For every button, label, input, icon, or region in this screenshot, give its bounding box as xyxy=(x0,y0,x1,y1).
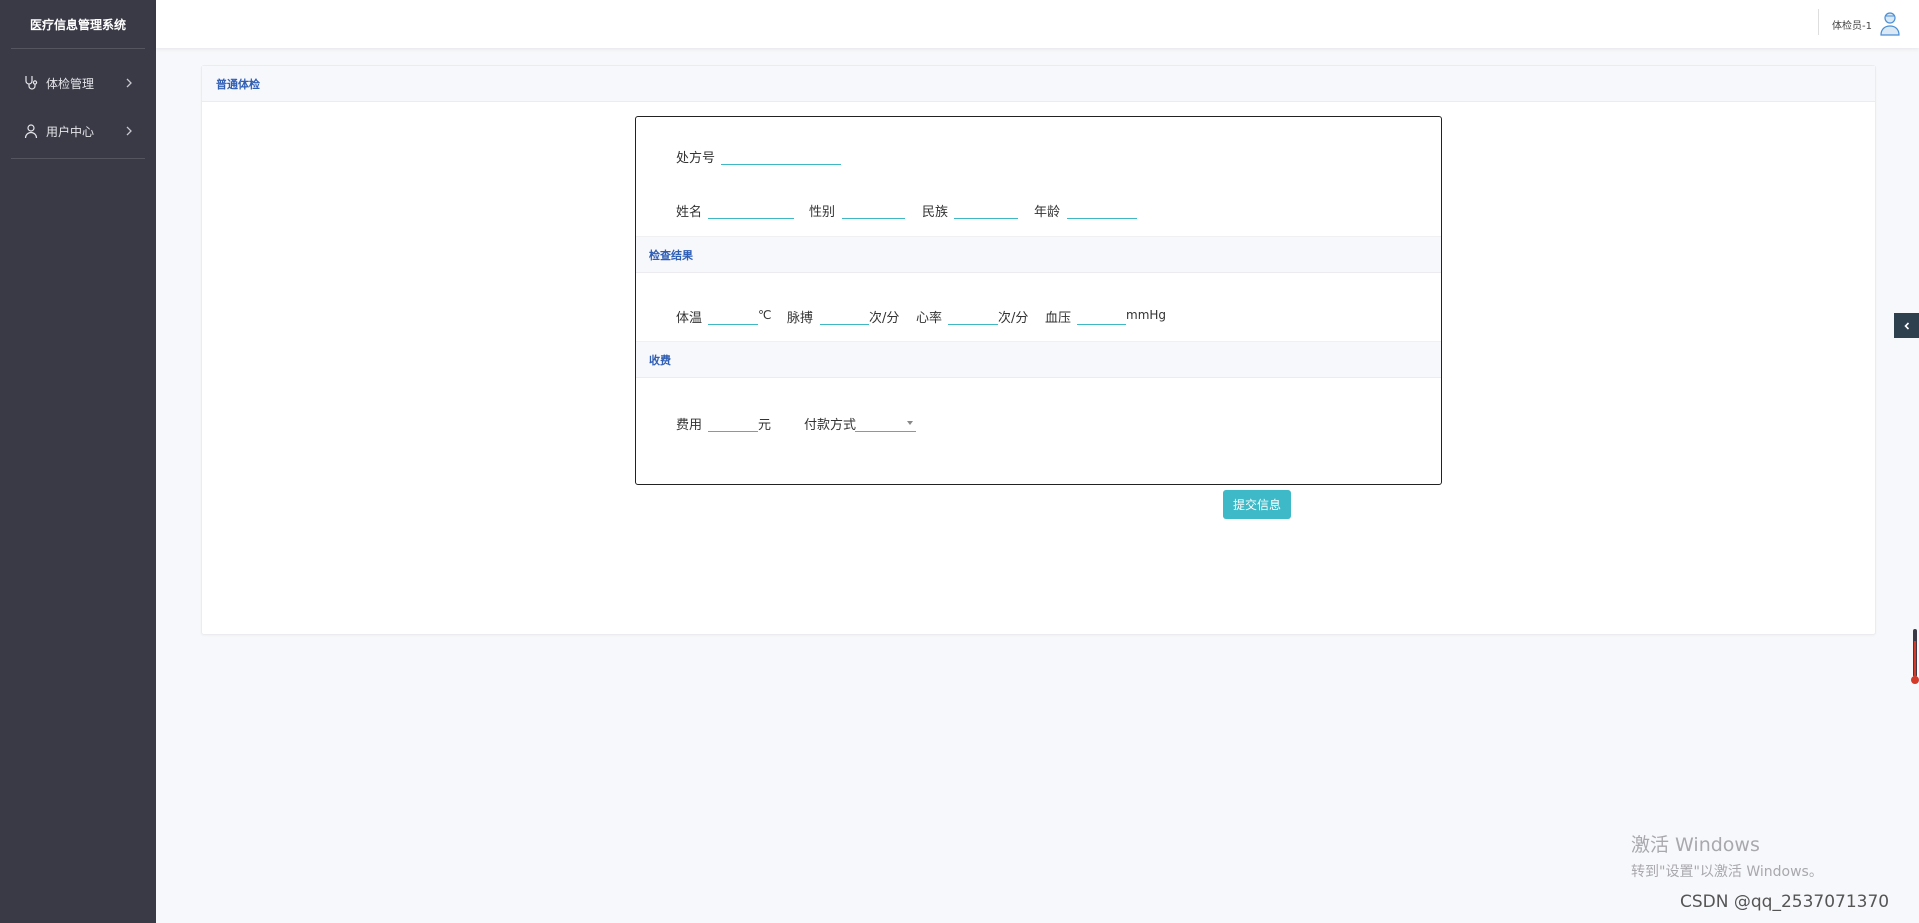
gender-input[interactable] xyxy=(842,199,905,219)
blood-pressure-unit: mmHg xyxy=(1126,308,1167,322)
sidebar-divider xyxy=(11,158,145,159)
fee-label: 费用 xyxy=(676,418,703,433)
temperature-label: 体温 xyxy=(676,311,703,326)
prescription-row: 处方号 xyxy=(636,145,1441,169)
pulse-unit: 次/分 xyxy=(869,311,900,326)
thermometer-icon xyxy=(1911,629,1919,684)
sidebar-item-label: 用户中心 xyxy=(46,124,95,139)
blood-pressure-label: 血压 xyxy=(1045,311,1072,326)
payment-method-label: 付款方式 xyxy=(804,418,857,433)
fee-row: 费用 元 付款方式 xyxy=(636,412,1441,436)
age-input[interactable] xyxy=(1067,199,1137,219)
heart-rate-unit: 次/分 xyxy=(998,311,1029,326)
name-input[interactable] xyxy=(708,199,794,219)
gender-label: 性别 xyxy=(809,205,836,220)
age-label: 年龄 xyxy=(1034,205,1061,220)
watermark-line2: 转到"设置"以激活 Windows。 xyxy=(1631,864,1823,880)
user-name[interactable]: 体检员-1 xyxy=(1832,17,1872,32)
sidebar-item-label: 体检管理 xyxy=(46,76,95,91)
vitals-row: 体温 ℃ 脉搏 次/分 心率 次/分 血压 mmHg xyxy=(636,305,1441,329)
patient-info-row: 姓名 性别 民族 年龄 xyxy=(636,199,1441,223)
chevron-left-icon xyxy=(1903,321,1909,330)
name-label: 姓名 xyxy=(676,205,703,220)
payment-method-select[interactable] xyxy=(855,412,916,432)
prescription-label: 处方号 xyxy=(676,151,716,166)
temperature-unit: ℃ xyxy=(758,308,772,322)
chevron-right-icon xyxy=(126,78,132,88)
topbar-separator xyxy=(1818,9,1819,35)
temperature-input[interactable] xyxy=(708,305,758,325)
sidebar-divider xyxy=(11,48,145,49)
exam-form: 处方号 姓名 性别 民族 年龄 检查结果 体温 ℃ 脉搏 次/分 心率 次/分 … xyxy=(635,116,1442,485)
sidebar-item-exam-management[interactable]: 体检管理 xyxy=(0,59,156,107)
stethoscope-icon xyxy=(23,75,39,91)
heart-rate-input[interactable] xyxy=(948,305,998,325)
avatar[interactable] xyxy=(1878,10,1902,36)
sidebar-item-user-center[interactable]: 用户中心 xyxy=(0,107,156,155)
footer-credit: CSDN @qq_2537071370 xyxy=(1680,892,1890,912)
section-fee: 收费 xyxy=(636,341,1441,378)
blood-pressure-input[interactable] xyxy=(1077,305,1126,325)
app-title: 医疗信息管理系统 xyxy=(29,17,126,32)
sidebar: 医疗信息管理系统 体检管理 用户中心 xyxy=(0,0,156,923)
section-exam-results: 检查结果 xyxy=(636,236,1441,273)
heart-rate-label: 心率 xyxy=(916,311,943,326)
caret-down-icon xyxy=(907,421,913,425)
submit-button[interactable]: 提交信息 xyxy=(1223,490,1291,519)
watermark-line1: 激活 Windows xyxy=(1631,834,1760,856)
user-icon xyxy=(23,123,39,139)
ethnicity-label: 民族 xyxy=(922,205,949,220)
windows-activation-watermark: 激活 Windows 转到"设置"以激活 Windows。 xyxy=(1631,830,1823,881)
top-bar xyxy=(156,0,1919,48)
chevron-right-icon xyxy=(126,126,132,136)
pulse-label: 脉搏 xyxy=(787,311,814,326)
card-title: 普通体检 xyxy=(202,66,1875,102)
fee-unit: 元 xyxy=(758,418,772,433)
ethnicity-input[interactable] xyxy=(954,199,1018,219)
pulse-input[interactable] xyxy=(820,305,869,325)
prescription-input[interactable] xyxy=(721,145,841,165)
panel-toggle-button[interactable] xyxy=(1894,313,1919,338)
fee-input[interactable] xyxy=(708,412,758,432)
